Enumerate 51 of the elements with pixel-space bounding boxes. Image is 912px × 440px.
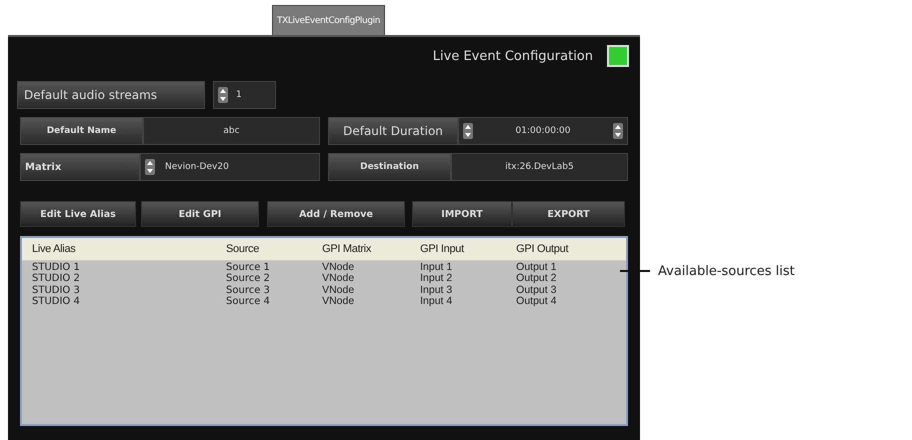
default-duration-field[interactable]: 01:00:00:00 [458, 117, 628, 145]
table-cell-text: Output 4 [515, 296, 558, 307]
table-cell-text: STUDIO 3 [31, 284, 81, 296]
column-header[interactable]: GPI Output [512, 243, 620, 255]
action-button[interactable]: Add / Remove [267, 201, 405, 227]
matrix-value: Nevion-Dev20 [165, 162, 229, 172]
audio-streams-value: 1 [236, 90, 242, 100]
panel-title: Live Event Configuration [432, 48, 593, 64]
table-cell-text: STUDIO 4 [31, 296, 81, 307]
spinner-icon[interactable] [145, 159, 155, 175]
table-cell-text: Input 3 [419, 284, 454, 296]
column-header[interactable]: Source [222, 243, 318, 255]
destination-button[interactable]: Destination [328, 153, 451, 181]
matrix-field[interactable]: Nevion-Dev20 [140, 153, 320, 181]
table-cell-text: Output 2 [515, 273, 558, 284]
spinner-icon[interactable] [613, 123, 623, 139]
status-indicator [607, 45, 629, 67]
plugin-tab[interactable]: TXLiveEventConfigPlugin [272, 5, 386, 35]
default-name-field[interactable]: abc [143, 117, 320, 145]
spinner-icon[interactable] [463, 123, 473, 139]
action-button[interactable]: Edit GPI [141, 201, 259, 227]
table-cell-text: VNode [321, 273, 356, 284]
table-cell-text: Source 1 [225, 262, 271, 272]
default-duration-value: 01:00:00:00 [514, 126, 572, 136]
table-cell-text: Source 2 [225, 273, 271, 284]
column-header[interactable]: GPI Input [416, 243, 512, 255]
table-cell-text: VNode [321, 284, 356, 296]
callout-label: Available-sources list [658, 264, 795, 278]
spinner-icon[interactable] [218, 87, 228, 103]
table-cell-text: VNode [321, 296, 356, 307]
destination-field[interactable]: itx:26.DevLab5 [451, 153, 628, 181]
table-cell-text: VNode [321, 262, 356, 272]
default-name-button[interactable]: Default Name [20, 117, 143, 145]
matrix-label: Matrix [20, 153, 140, 181]
table-cell-text: Output 1 [515, 262, 558, 272]
table-cell-text: Source 4 [225, 296, 271, 307]
table-cell-text: Output 3 [515, 284, 558, 296]
action-button[interactable]: IMPORT [412, 201, 512, 227]
default-duration-label: Default Duration [328, 117, 458, 145]
action-button[interactable]: EXPORT [512, 201, 625, 227]
column-header[interactable]: Live Alias [28, 243, 222, 255]
table-cell-text: Source 3 [225, 284, 271, 296]
table-cell-text: STUDIO 2 [31, 273, 81, 284]
action-button[interactable]: Edit Live Alias [20, 201, 136, 227]
column-header[interactable]: GPI Matrix [318, 243, 416, 255]
audio-streams-label: Default audio streams [17, 81, 205, 109]
audio-streams-spinbox[interactable]: 1 [213, 81, 276, 109]
table-cell-text: STUDIO 1 [31, 262, 81, 272]
table-cell-text: Input 2 [419, 273, 454, 284]
table-cell-text: Input 4 [419, 296, 454, 307]
table-cell-text: Input 1 [419, 262, 454, 272]
